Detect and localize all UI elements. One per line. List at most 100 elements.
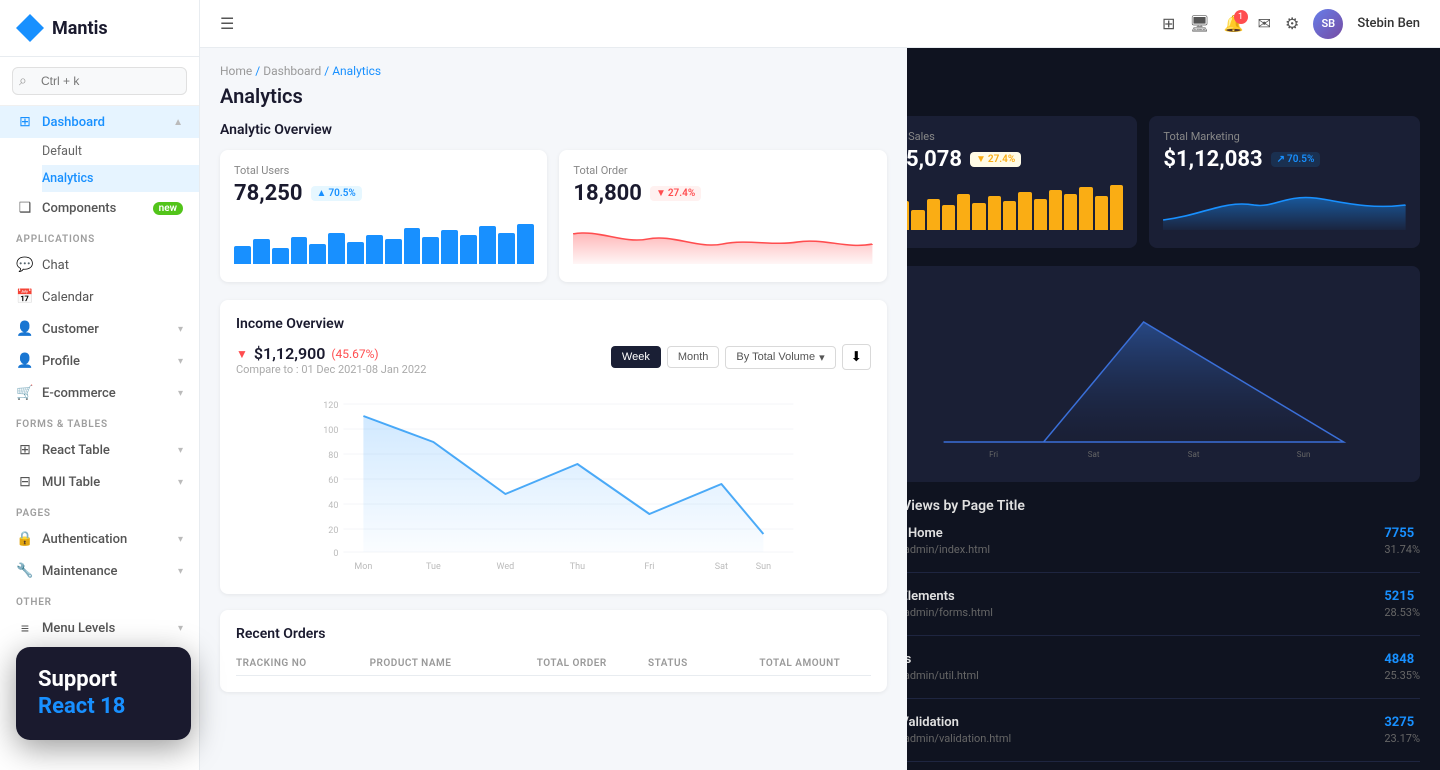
page-views-list: Admin Home /demo/admin/index.html 7755 3… <box>867 526 1420 770</box>
sidebar-logo[interactable]: Mantis <box>0 0 199 57</box>
volume-select[interactable]: By Total Volume ▾ <box>725 346 835 369</box>
svg-text:Mon: Mon <box>354 562 372 572</box>
col-status: STATUS <box>648 658 759 669</box>
income-change: (45.67%) <box>331 347 378 361</box>
svg-text:Sun: Sun <box>756 562 771 572</box>
light-side: Home / Dashboard / Analytics Analytics A… <box>200 48 907 770</box>
table-header: TRACKING NO PRODUCT NAME TOTAL ORDER STA… <box>236 652 871 676</box>
mail-icon[interactable]: ✉ <box>1258 14 1271 33</box>
stat-card-total-users: Total Users 78,250 ▲ 70.5% <box>220 150 547 282</box>
sidebar-item-chat[interactable]: 💬 Chat <box>0 249 199 281</box>
trend-up-icon: ▲ <box>317 188 327 199</box>
page-title: Analytics <box>220 84 887 108</box>
sidebar-item-calendar[interactable]: 📅 Calendar <box>0 281 199 313</box>
sidebar-item-profile[interactable]: 👤 Profile ▾ <box>0 345 199 377</box>
sidebar-item-default[interactable]: Default <box>42 138 199 165</box>
trend-down-indicator: ▼ <box>236 347 248 361</box>
order-area-chart <box>573 214 872 264</box>
download-button[interactable]: ⬇ <box>842 344 871 370</box>
sidebar-item-label: E-commerce <box>42 386 116 401</box>
svg-text:Sat: Sat <box>715 562 728 572</box>
sidebar-item-maintenance[interactable]: 🔧 Maintenance ▾ <box>0 555 199 587</box>
section-label-forms: Forms & Tables <box>0 409 199 434</box>
stat-card-total-marketing: Total Marketing $1,12,083 ↗ 70.5% <box>1149 116 1420 248</box>
bell-icon[interactable]: 🔔 1 <box>1224 14 1244 33</box>
income-controls: Week Month By Total Volume ▾ ⬇ <box>611 344 871 370</box>
svg-text:60: 60 <box>328 476 338 486</box>
sidebar-item-label: MUI Table <box>42 475 100 490</box>
col-amount: TOTAL AMOUNT <box>759 658 870 669</box>
table-icon: ⊞ <box>16 442 34 458</box>
trend-down-icon: ▼ <box>656 188 666 199</box>
sidebar-item-dashboard[interactable]: ⊞ Dashboard ▲ <box>0 106 199 138</box>
sidebar-item-authentication[interactable]: 🔒 Authentication ▾ <box>0 523 199 555</box>
sidebar-item-label: Profile <box>42 354 80 369</box>
support-text-line1: Support React 18 <box>38 667 169 720</box>
avatar-initials: SB <box>1321 17 1335 30</box>
sidebar-item-label: Calendar <box>42 290 94 305</box>
stat-value-order: 18,800 <box>573 181 642 206</box>
svg-text:Sat: Sat <box>1088 450 1100 459</box>
search-input[interactable] <box>12 67 187 95</box>
sidebar-item-label: React Table <box>42 443 110 458</box>
grid-view-icon[interactable]: ⊞ <box>1162 14 1175 33</box>
main-content: ☰ ⊞ 🖥 🔔 1 ✉ ⚙ SB Stebin Ben Home / Dashb… <box>200 0 1440 770</box>
stat-badge-sales: ▼ 27.4% <box>970 152 1021 167</box>
svg-text:Fri: Fri <box>989 450 998 459</box>
sidebar-item-label: Analytics <box>42 171 94 186</box>
sidebar-item-analytics[interactable]: Analytics <box>42 165 199 192</box>
income-compare: Compare to : 01 Dec 2021-08 Jan 2022 <box>236 363 426 376</box>
stat-badge-users: ▲ 70.5% <box>311 186 362 201</box>
sidebar-item-label: Components <box>42 201 116 216</box>
svg-text:Wed: Wed <box>497 562 515 572</box>
page-views-title: Page Views by Page Title <box>867 498 1420 514</box>
chevron-down-icon: ▾ <box>178 445 183 456</box>
monitor-icon[interactable]: 🖥 <box>1189 14 1209 33</box>
stat-badge-marketing: ↗ 70.5% <box>1271 152 1321 167</box>
sidebar-item-ecommerce[interactable]: 🛒 E-commerce ▾ <box>0 377 199 409</box>
sidebar-item-customer[interactable]: 👤 Customer ▾ <box>0 313 199 345</box>
avatar[interactable]: SB <box>1313 9 1343 39</box>
section-label-applications: Applications <box>0 224 199 249</box>
chevron-down-icon: ▾ <box>178 623 183 634</box>
income-line-chart: 120 100 80 60 40 20 0 <box>236 394 871 574</box>
trend-down-icon: ▼ <box>976 154 986 165</box>
trend-up-icon: ↗ <box>1277 154 1285 165</box>
auth-icon: 🔒 <box>16 531 34 547</box>
logo-diamond-icon <box>16 14 44 42</box>
content-area: Home / Dashboard / Analytics Analytics A… <box>200 48 1440 770</box>
support-react-popup[interactable]: Support React 18 <box>16 647 191 740</box>
maintenance-icon: 🔧 <box>16 563 34 579</box>
dark-side: Total Sales $35,078 ▼ 27.4% Total Market… <box>847 48 1440 770</box>
stat-card-total-sales: Total Sales $35,078 ▼ 27.4% <box>867 116 1138 248</box>
week-button[interactable]: Week <box>611 346 661 368</box>
breadcrumb-current: Analytics <box>332 64 381 78</box>
sales-bar-chart <box>881 180 1124 230</box>
analytic-overview-title: Analytic Overview <box>220 122 887 138</box>
sidebar-item-mui-table[interactable]: ⊟ MUI Table ▾ <box>0 466 199 498</box>
settings-icon[interactable]: ⚙ <box>1285 14 1299 33</box>
support-react-text: React 18 <box>38 694 125 719</box>
section-label-pages: Pages <box>0 498 199 523</box>
profile-icon: 👤 <box>16 353 34 369</box>
hamburger-icon[interactable]: ☰ <box>220 14 234 33</box>
svg-text:20: 20 <box>328 526 338 536</box>
breadcrumb-home[interactable]: Home <box>220 64 252 78</box>
page-view-item: Form Validation /demo/admin/validation.h… <box>867 715 1420 762</box>
stat-label-order: Total Order <box>573 164 872 177</box>
stat-label-marketing: Total Marketing <box>1163 130 1406 143</box>
breadcrumb-dashboard[interactable]: Dashboard <box>263 64 321 78</box>
income-chart: 120 100 80 60 40 20 0 <box>236 394 871 578</box>
page-view-item: Utilities /demo/admin/util.html 4848 25.… <box>867 652 1420 699</box>
month-button[interactable]: Month <box>667 346 720 368</box>
dark-area-chart-card: Fri Sat Sat Sun <box>867 266 1420 482</box>
customer-icon: 👤 <box>16 321 34 337</box>
sidebar-item-react-table[interactable]: ⊞ React Table ▾ <box>0 434 199 466</box>
col-tracking: TRACKING NO <box>236 658 370 669</box>
stat-label-sales: Total Sales <box>881 130 1124 143</box>
sidebar-item-components[interactable]: ❑ Components new <box>0 192 199 224</box>
sidebar-item-menu-levels[interactable]: ≡ Menu Levels ▾ <box>0 612 199 645</box>
svg-text:Tue: Tue <box>426 562 441 572</box>
user-name: Stebin Ben <box>1357 16 1420 31</box>
sidebar-item-label: Menu Levels <box>42 621 115 636</box>
